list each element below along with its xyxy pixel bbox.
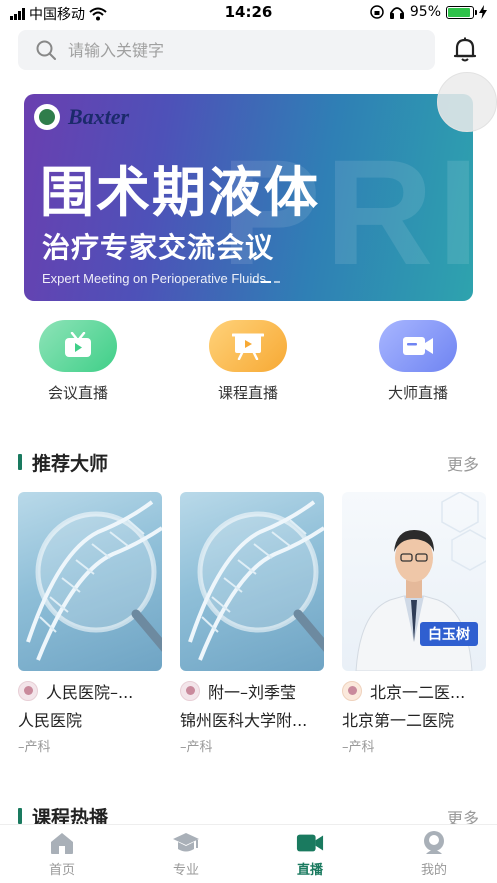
tab-live[interactable]: 直播 xyxy=(270,829,350,878)
floating-assistive-button[interactable] xyxy=(437,72,497,132)
doctor-card[interactable]: 白玉树 北京一二医... 北京第一二医院 –产科 xyxy=(342,492,486,755)
graduation-cap-icon xyxy=(172,829,200,857)
lock-rotation-icon xyxy=(370,5,384,19)
search-icon xyxy=(36,40,56,60)
baxter-logo-icon xyxy=(34,104,60,130)
search-bar[interactable] xyxy=(18,30,435,70)
category-label: 大师直播 xyxy=(387,384,448,402)
tab-professional[interactable]: 专业 xyxy=(146,829,226,878)
battery-icon xyxy=(446,5,477,19)
section-accent-bar xyxy=(18,808,22,824)
doctor-department: –产科 xyxy=(18,740,51,755)
category-label: 会议直播 xyxy=(47,384,108,402)
status-right: 95% xyxy=(370,4,487,20)
tv-play-icon xyxy=(39,320,117,372)
doctor-portrait-image: 白玉树 xyxy=(342,492,486,671)
battery-percent: 95% xyxy=(409,4,441,20)
section-accent-bar xyxy=(18,454,22,470)
avatar xyxy=(180,681,200,701)
doctor-department: –产科 xyxy=(342,740,375,755)
banner-pagination xyxy=(252,281,280,283)
category-label: 课程直播 xyxy=(217,384,278,402)
notification-bell-icon[interactable] xyxy=(452,36,478,64)
section-recommended-header: 推荐大师 更多 xyxy=(18,449,479,475)
video-camera-icon xyxy=(379,320,457,372)
doctor-name: 附一–刘季莹 xyxy=(208,683,297,702)
promo-banner[interactable]: PRI Baxter 围术期液体 治疗专家交流会议 Expert Meeting… xyxy=(24,94,473,301)
tab-label: 专业 xyxy=(172,863,199,878)
tab-label: 直播 xyxy=(296,863,323,878)
doctor-hospital: 人民医院 xyxy=(18,711,83,730)
search-input[interactable] xyxy=(68,40,388,60)
doctor-card[interactable]: 人民医院–... 人民医院 –产科 xyxy=(18,492,162,755)
avatar xyxy=(342,681,362,701)
dna-image xyxy=(18,492,162,671)
avatar xyxy=(18,681,38,701)
doctor-hospital: 北京第一二医院 xyxy=(342,711,455,730)
bottom-tab-bar: 首页 专业 直播 我的 xyxy=(0,824,497,883)
status-bar: 中国移动 14:26 95% xyxy=(0,0,497,26)
doctor-hospital: 锦州医科大学附... xyxy=(180,711,308,730)
doctor-name: 人民医院–... xyxy=(46,683,134,702)
headphones-icon xyxy=(389,7,404,19)
banner-english-subtitle: Expert Meeting on Perioperative Fluids xyxy=(42,271,267,286)
tab-home[interactable]: 首页 xyxy=(22,829,102,878)
doctor-name-tag: 白玉树 xyxy=(420,622,478,646)
more-link[interactable]: 更多 xyxy=(447,451,479,475)
tab-label: 首页 xyxy=(48,863,75,878)
section-title: 推荐大师 xyxy=(32,453,109,475)
banner-subtitle: 治疗专家交流会议 xyxy=(42,231,275,264)
tab-mine[interactable]: 我的 xyxy=(394,829,474,878)
user-icon xyxy=(420,829,448,857)
tab-label: 我的 xyxy=(420,863,447,878)
banner-title: 围术期液体 xyxy=(40,161,320,224)
category-meeting-live[interactable]: 会议直播 xyxy=(18,320,138,403)
dna-image xyxy=(180,492,324,671)
charging-icon xyxy=(479,5,487,19)
home-icon xyxy=(48,829,76,857)
live-camera-icon xyxy=(296,829,324,857)
banner-brand: Baxter xyxy=(68,104,130,129)
board-play-icon xyxy=(209,320,287,372)
doctor-name: 北京一二医... xyxy=(370,683,466,702)
doctor-department: –产科 xyxy=(180,740,213,755)
doctor-card[interactable]: 附一–刘季莹 锦州医科大学附... –产科 xyxy=(180,492,324,755)
category-course-live[interactable]: 课程直播 xyxy=(188,320,308,403)
category-master-live[interactable]: 大师直播 xyxy=(358,320,478,403)
